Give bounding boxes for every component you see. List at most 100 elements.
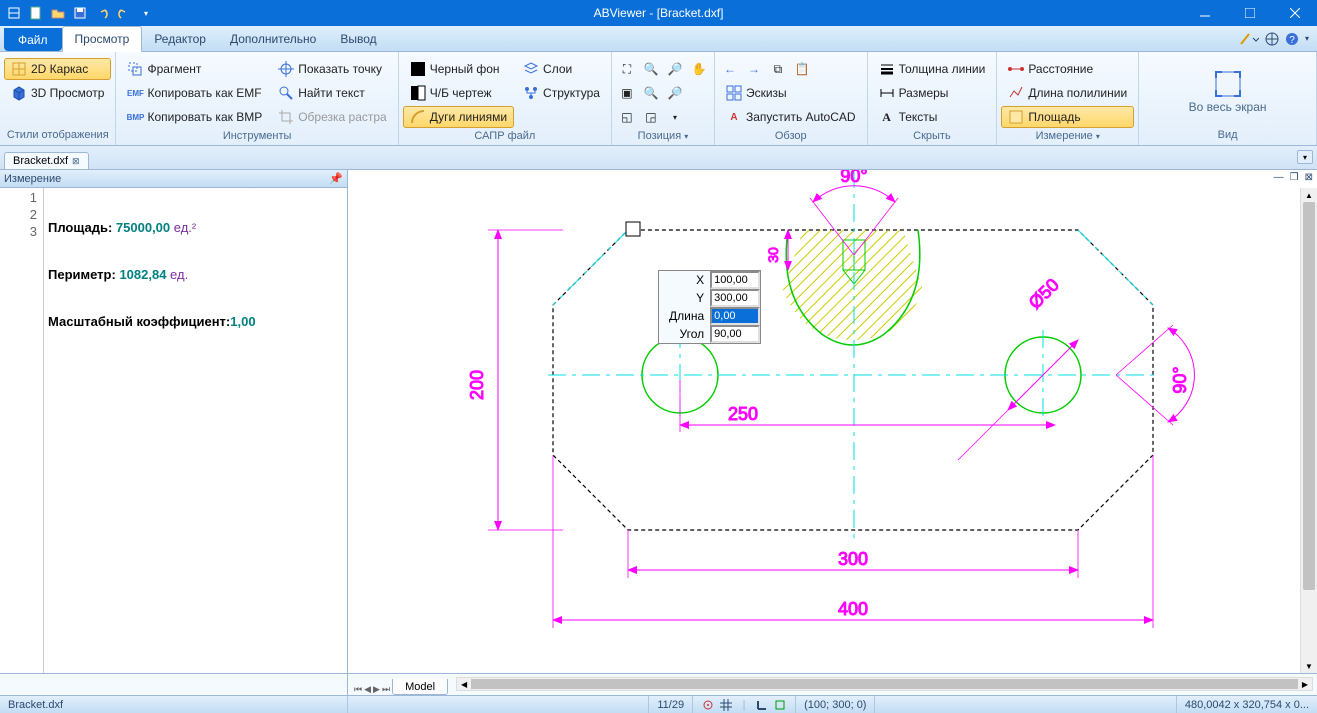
next-button[interactable]: → (743, 58, 765, 80)
distance-button[interactable]: Расстояние (1001, 58, 1134, 80)
layout-first-icon[interactable]: ⏮ (354, 684, 362, 695)
hscroll-thumb[interactable] (471, 679, 1298, 689)
panel-title: Измерение (4, 173, 61, 185)
zoom-fit-button[interactable]: ⛶ (616, 58, 638, 80)
prev-button[interactable]: ← (719, 58, 741, 80)
status-dims: 480,0042 x 320,754 x 0... (1177, 696, 1317, 713)
zoom-out-button[interactable]: 🔎 (664, 58, 686, 80)
layout-next-icon[interactable]: ▶ (373, 684, 380, 695)
layers-button[interactable]: Слои (516, 58, 607, 80)
black-bg-icon (410, 61, 426, 77)
zoom-window-button[interactable]: ▣ (616, 82, 638, 104)
coord-input-y[interactable] (710, 289, 760, 307)
zoom-window-icon: ▣ (619, 85, 635, 101)
mdi-close-icon[interactable]: ⊠ (1303, 172, 1315, 183)
copy-emf-button[interactable]: EMFКопировать как EMF (120, 82, 269, 104)
coord-input-angle[interactable] (710, 325, 760, 343)
pin-icon[interactable]: 📌 (329, 172, 343, 185)
tab-extra[interactable]: Дополнительно (218, 26, 328, 51)
coord-input-length[interactable] (710, 307, 760, 325)
line-thickness-button[interactable]: Толщина линии (872, 58, 993, 80)
file-tab[interactable]: Файл (4, 28, 62, 51)
view2-button[interactable]: ◲ (640, 106, 662, 128)
distance-icon (1008, 61, 1024, 77)
snap-icon[interactable] (701, 698, 715, 712)
ortho-icon[interactable] (755, 698, 769, 712)
doctabs-dropdown[interactable]: ▾ (1297, 150, 1313, 164)
area-icon (1008, 109, 1024, 125)
undo-icon[interactable] (94, 5, 110, 21)
document-tab-bracket[interactable]: Bracket.dxf ⊠ (4, 152, 89, 169)
coord-input-x[interactable] (710, 271, 760, 289)
svg-text:90°: 90° (1170, 366, 1190, 393)
style-dropdown-icon[interactable] (1239, 32, 1259, 46)
tab-output[interactable]: Вывод (328, 26, 388, 51)
texts-button[interactable]: AТексты (872, 106, 993, 128)
close-button[interactable] (1272, 0, 1317, 26)
crop-raster-button: Обрезка растра (271, 106, 394, 128)
osnap-icon[interactable] (773, 698, 787, 712)
hscroll-right-icon[interactable]: ▶ (1298, 678, 1312, 690)
hscroll-left-icon[interactable]: ◀ (457, 678, 471, 690)
bw-drawing-button[interactable]: Ч/Б чертеж (403, 82, 514, 104)
help-icon[interactable]: ? (1285, 32, 1299, 46)
fullscreen-button[interactable]: Во весь экран (1179, 54, 1277, 127)
model-tab[interactable]: Model (392, 679, 448, 695)
dimensions-button[interactable]: Размеры (872, 82, 993, 104)
line-gutter: 1 2 3 (0, 188, 44, 673)
horizontal-scrollbar[interactable]: ◀ ▶ (456, 677, 1313, 691)
scroll-down-icon[interactable]: ▼ (1301, 659, 1317, 673)
sketches-button[interactable]: Эскизы (719, 82, 863, 104)
close-tab-icon[interactable]: ⊠ (72, 156, 80, 167)
world-icon[interactable] (1265, 32, 1279, 46)
app-cube-icon[interactable] (6, 5, 22, 21)
2d-wireframe-button[interactable]: 2D Каркас (4, 58, 111, 80)
redo-icon[interactable] (116, 5, 132, 21)
arcs-as-lines-button[interactable]: Дуги линиями (403, 106, 514, 128)
target-icon (278, 61, 294, 77)
view1-button[interactable]: ◱ (616, 106, 638, 128)
zoom-prev-button[interactable]: 🔍 (640, 82, 662, 104)
zoom-in-button[interactable]: 🔍 (640, 58, 662, 80)
zoom-next-button[interactable]: 🔎 (664, 82, 686, 104)
layout-prev-icon[interactable]: ◀ (364, 684, 371, 695)
polyline-length-button[interactable]: Длина полилинии (1001, 82, 1134, 104)
3d-view-button[interactable]: 3D Просмотр (4, 82, 111, 104)
find-text-button[interactable]: Найти текст (271, 82, 394, 104)
structure-button[interactable]: Структура (516, 82, 607, 104)
dropdown-icon: ▾ (667, 109, 683, 125)
tab-editor[interactable]: Редактор (142, 26, 218, 51)
paste-button[interactable]: 📋 (791, 58, 813, 80)
qat-dropdown-icon[interactable]: ▾ (138, 5, 154, 21)
zoom-fit-icon: ⛶ (619, 61, 635, 77)
new-icon[interactable] (28, 5, 44, 21)
tree-icon (523, 85, 539, 101)
status-bar: Bracket.dxf 11/29 | (100; 300; 0) 480,00… (0, 695, 1317, 713)
autocad-button[interactable]: AЗапустить AutoCAD (719, 106, 863, 128)
next-icon: → (746, 61, 762, 77)
minimize-button[interactable] (1182, 0, 1227, 26)
pan-button[interactable]: ✋ (688, 58, 710, 80)
measurement-text[interactable]: Площадь: 75000,00 ед.² Периметр: 1082,84… (44, 188, 347, 673)
vertical-scrollbar[interactable]: ▲ ▼ (1300, 188, 1317, 673)
scroll-thumb[interactable] (1303, 202, 1315, 590)
copy-bmp-button[interactable]: BMPКопировать как BMP (120, 106, 269, 128)
drawing-canvas[interactable]: — ❐ ⊠ ▲ ▼ (348, 170, 1317, 673)
tab-view[interactable]: Просмотр (62, 26, 143, 52)
maximize-button[interactable] (1227, 0, 1272, 26)
show-point-button[interactable]: Показать точку (271, 58, 394, 80)
copy-button[interactable]: ⧉ (767, 58, 789, 80)
fragment-button[interactable]: Фрагмент (120, 58, 269, 80)
fragment-icon (127, 61, 143, 77)
save-icon[interactable] (72, 5, 88, 21)
scroll-up-icon[interactable]: ▲ (1301, 188, 1317, 202)
view-dropdown-button[interactable]: ▾ (664, 106, 686, 128)
svg-text:300: 300 (838, 549, 868, 569)
grid-icon[interactable] (719, 698, 733, 712)
layout-last-icon[interactable]: ⏭ (382, 684, 390, 695)
help-dropdown-icon[interactable]: ▾ (1305, 34, 1309, 43)
black-bg-button[interactable]: Черный фон (403, 58, 514, 80)
open-icon[interactable] (50, 5, 66, 21)
emf-icon: EMF (127, 85, 143, 101)
area-button[interactable]: Площадь (1001, 106, 1134, 128)
